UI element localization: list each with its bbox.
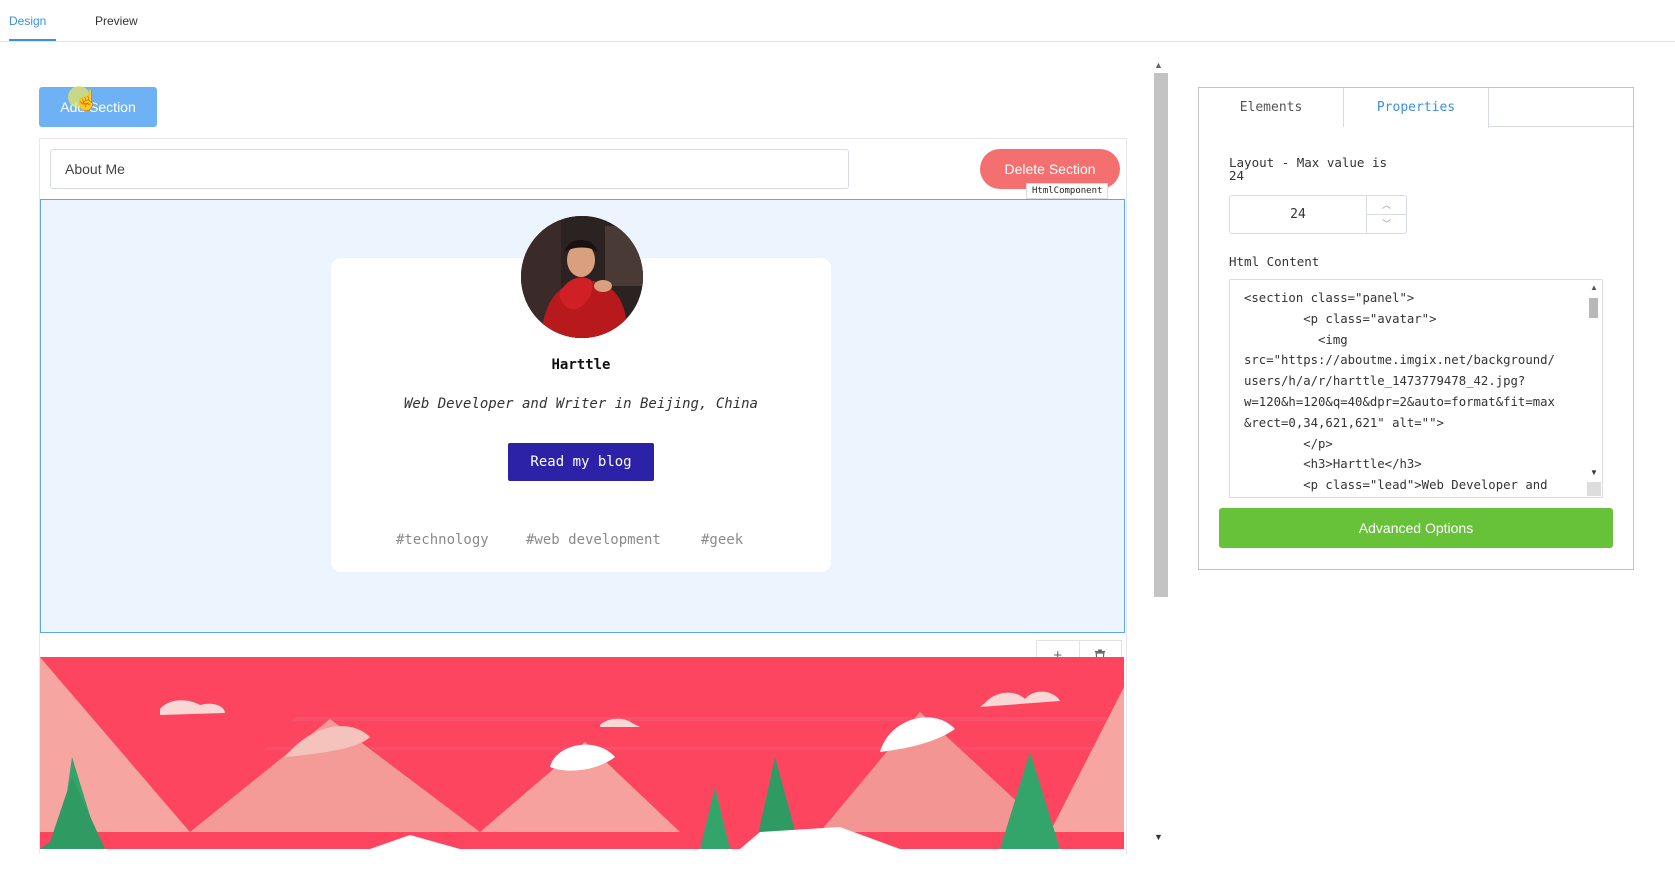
profile-lead: Web Developer and Writer in Beijing, Chi… <box>403 396 758 412</box>
advanced-options-button[interactable]: Advanced Options <box>1219 508 1613 548</box>
textarea-scroll-down-icon[interactable]: ▼ <box>1590 468 1598 477</box>
canvas-scrollbar[interactable] <box>1154 73 1168 597</box>
textarea-scrollbar[interactable]: ▲ ▼ <box>1586 280 1602 497</box>
top-tab-bar: Design Preview <box>0 0 1675 42</box>
tag-geek[interactable]: #geek <box>701 532 743 548</box>
avatar <box>521 216 643 338</box>
layout-number-input[interactable]: 24 ︿ ﹀ <box>1229 195 1407 234</box>
panel-tab-bar: Elements Properties <box>1199 88 1633 128</box>
html-content-label: Html Content <box>1229 254 1320 269</box>
resize-handle-icon[interactable] <box>1587 482 1601 496</box>
read-blog-button[interactable]: Read my blog <box>508 443 654 481</box>
tab-properties[interactable]: Properties <box>1344 88 1489 128</box>
layout-stepper: ︿ ﹀ <box>1366 196 1406 233</box>
decrement-chevron-icon[interactable]: ﹀ <box>1367 214 1406 232</box>
tab-preview[interactable]: Preview <box>95 14 138 39</box>
section-name-input[interactable] <box>50 149 849 189</box>
layout-label: Layout - Max value is 24 <box>1229 155 1388 183</box>
tag-technology[interactable]: #technology <box>396 532 489 548</box>
textarea-scroll-thumb[interactable] <box>1589 298 1598 318</box>
profile-name: Harttle <box>551 357 611 373</box>
hand-cursor-icon: ☝ <box>74 90 99 112</box>
component-type-tag: HtmlComponent <box>1026 183 1109 199</box>
tag-web-development[interactable]: #web development <box>526 532 661 548</box>
layout-value[interactable]: 24 <box>1230 196 1366 233</box>
winter-banner-image <box>40 657 1124 849</box>
html-content-text[interactable]: <section class="panel"> <p class="avatar… <box>1244 288 1574 496</box>
scroll-down-arrow-icon[interactable]: ▼ <box>1154 832 1163 842</box>
scroll-up-arrow-icon[interactable]: ▲ <box>1154 60 1163 70</box>
html-content-textarea[interactable]: <section class="panel"> <p class="avatar… <box>1229 279 1603 498</box>
increment-chevron-icon[interactable]: ︿ <box>1367 196 1406 214</box>
tab-design[interactable]: Design <box>9 14 56 41</box>
textarea-scroll-up-icon[interactable]: ▲ <box>1590 283 1598 292</box>
properties-panel: Elements Properties Layout - Max value i… <box>1198 87 1634 570</box>
tab-elements[interactable]: Elements <box>1199 88 1344 127</box>
